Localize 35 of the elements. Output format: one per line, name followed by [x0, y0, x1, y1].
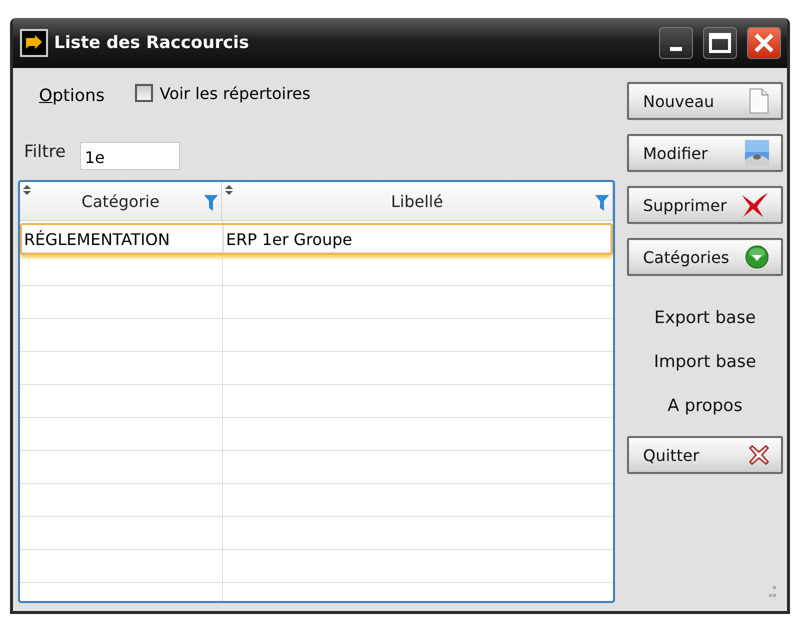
close-button[interactable]	[747, 27, 781, 59]
menu-link[interactable]: A propos	[668, 392, 742, 420]
image-icon	[745, 140, 769, 166]
resize-icon	[225, 185, 233, 195]
document-icon	[749, 88, 769, 114]
table-cell: RÉGLEMENTATION	[22, 225, 224, 253]
menu-link[interactable]: Export base	[654, 304, 756, 332]
maximize-icon	[709, 33, 731, 53]
filter-icon	[595, 195, 609, 211]
checkbox[interactable]	[134, 84, 153, 102]
down-circle-icon	[745, 245, 769, 269]
maximize-button[interactable]	[703, 27, 737, 59]
options-menu[interactable]: Options	[39, 86, 105, 106]
action-button[interactable]: Nouveau	[627, 82, 783, 120]
filter-field[interactable]: 1e	[80, 142, 180, 170]
column-header[interactable]: Catégorie	[20, 182, 222, 221]
filter-label: Filtre	[24, 142, 66, 162]
resize-icon	[23, 185, 31, 195]
menu-link[interactable]: Import base	[654, 348, 756, 376]
app-icon	[20, 29, 48, 57]
action-button[interactable]: Quitter	[627, 436, 783, 474]
column-header[interactable]: Libellé	[222, 182, 613, 221]
close-icon	[749, 445, 769, 465]
minimize-icon	[670, 47, 682, 51]
window-title: Liste des Raccourcis	[54, 33, 250, 53]
action-button[interactable]: Modifier	[627, 134, 783, 172]
action-button[interactable]: Catégories	[627, 238, 783, 276]
checkbox-label: Voir les répertoires	[160, 84, 310, 102]
table-cell: ERP 1er Groupe	[224, 225, 611, 253]
minimize-button[interactable]	[659, 27, 693, 59]
filter-icon	[204, 195, 218, 211]
x-mark-icon	[739, 192, 769, 218]
action-button[interactable]: Supprimer	[627, 186, 783, 224]
selected-row[interactable]: RÉGLEMENTATION ERP 1er Groupe	[20, 223, 613, 255]
close-icon	[753, 32, 775, 54]
